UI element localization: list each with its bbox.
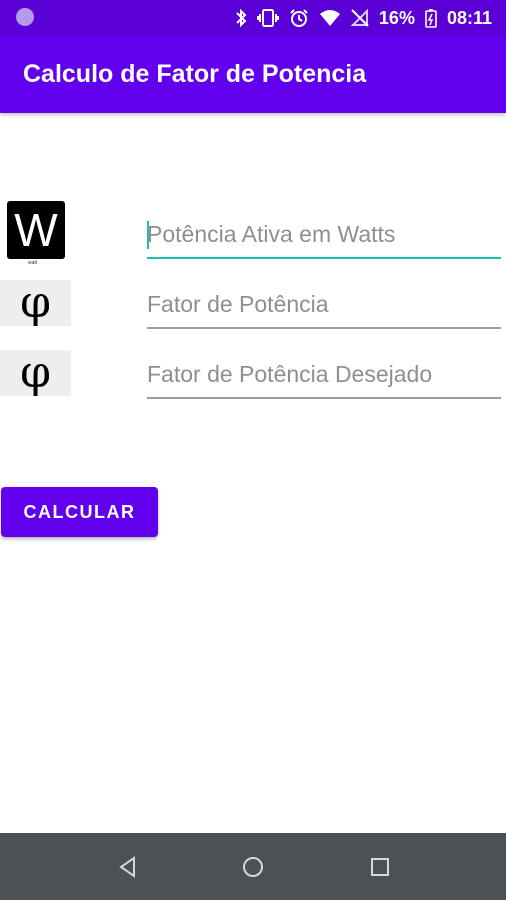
power-factor-field[interactable]	[147, 283, 501, 329]
back-icon[interactable]	[114, 853, 142, 881]
notification-dot-icon	[16, 8, 34, 26]
no-signal-icon	[350, 9, 369, 27]
app-bar: Calculo de Fator de Potencia	[0, 36, 506, 113]
status-bar: 16% 08:11	[0, 0, 506, 36]
app-title: Calculo de Fator de Potencia	[23, 60, 367, 88]
home-icon[interactable]	[239, 853, 267, 881]
calculate-button[interactable]: CALCULAR	[1, 487, 158, 537]
navigation-bar	[0, 833, 506, 900]
active-power-field[interactable]	[147, 213, 501, 259]
status-icons: 16% 08:11	[235, 0, 492, 36]
active-power-input[interactable]	[147, 213, 501, 255]
desired-power-factor-field[interactable]	[147, 353, 501, 399]
watt-icon: W	[7, 201, 65, 259]
battery-percent: 16%	[378, 7, 415, 28]
recents-icon[interactable]	[366, 853, 394, 881]
wifi-icon	[319, 10, 340, 26]
vibrate-icon	[256, 9, 279, 27]
watt-icon-caption: watt	[28, 260, 38, 266]
clock: 08:11	[446, 7, 492, 28]
desired-power-factor-input[interactable]	[147, 353, 501, 395]
power-factor-input[interactable]	[147, 283, 501, 325]
battery-icon	[425, 9, 437, 28]
alarm-icon	[290, 9, 308, 27]
bluetooth-icon	[236, 8, 247, 28]
phi-icon: φ	[0, 280, 71, 326]
phi-icon-desired: φ	[0, 350, 71, 396]
